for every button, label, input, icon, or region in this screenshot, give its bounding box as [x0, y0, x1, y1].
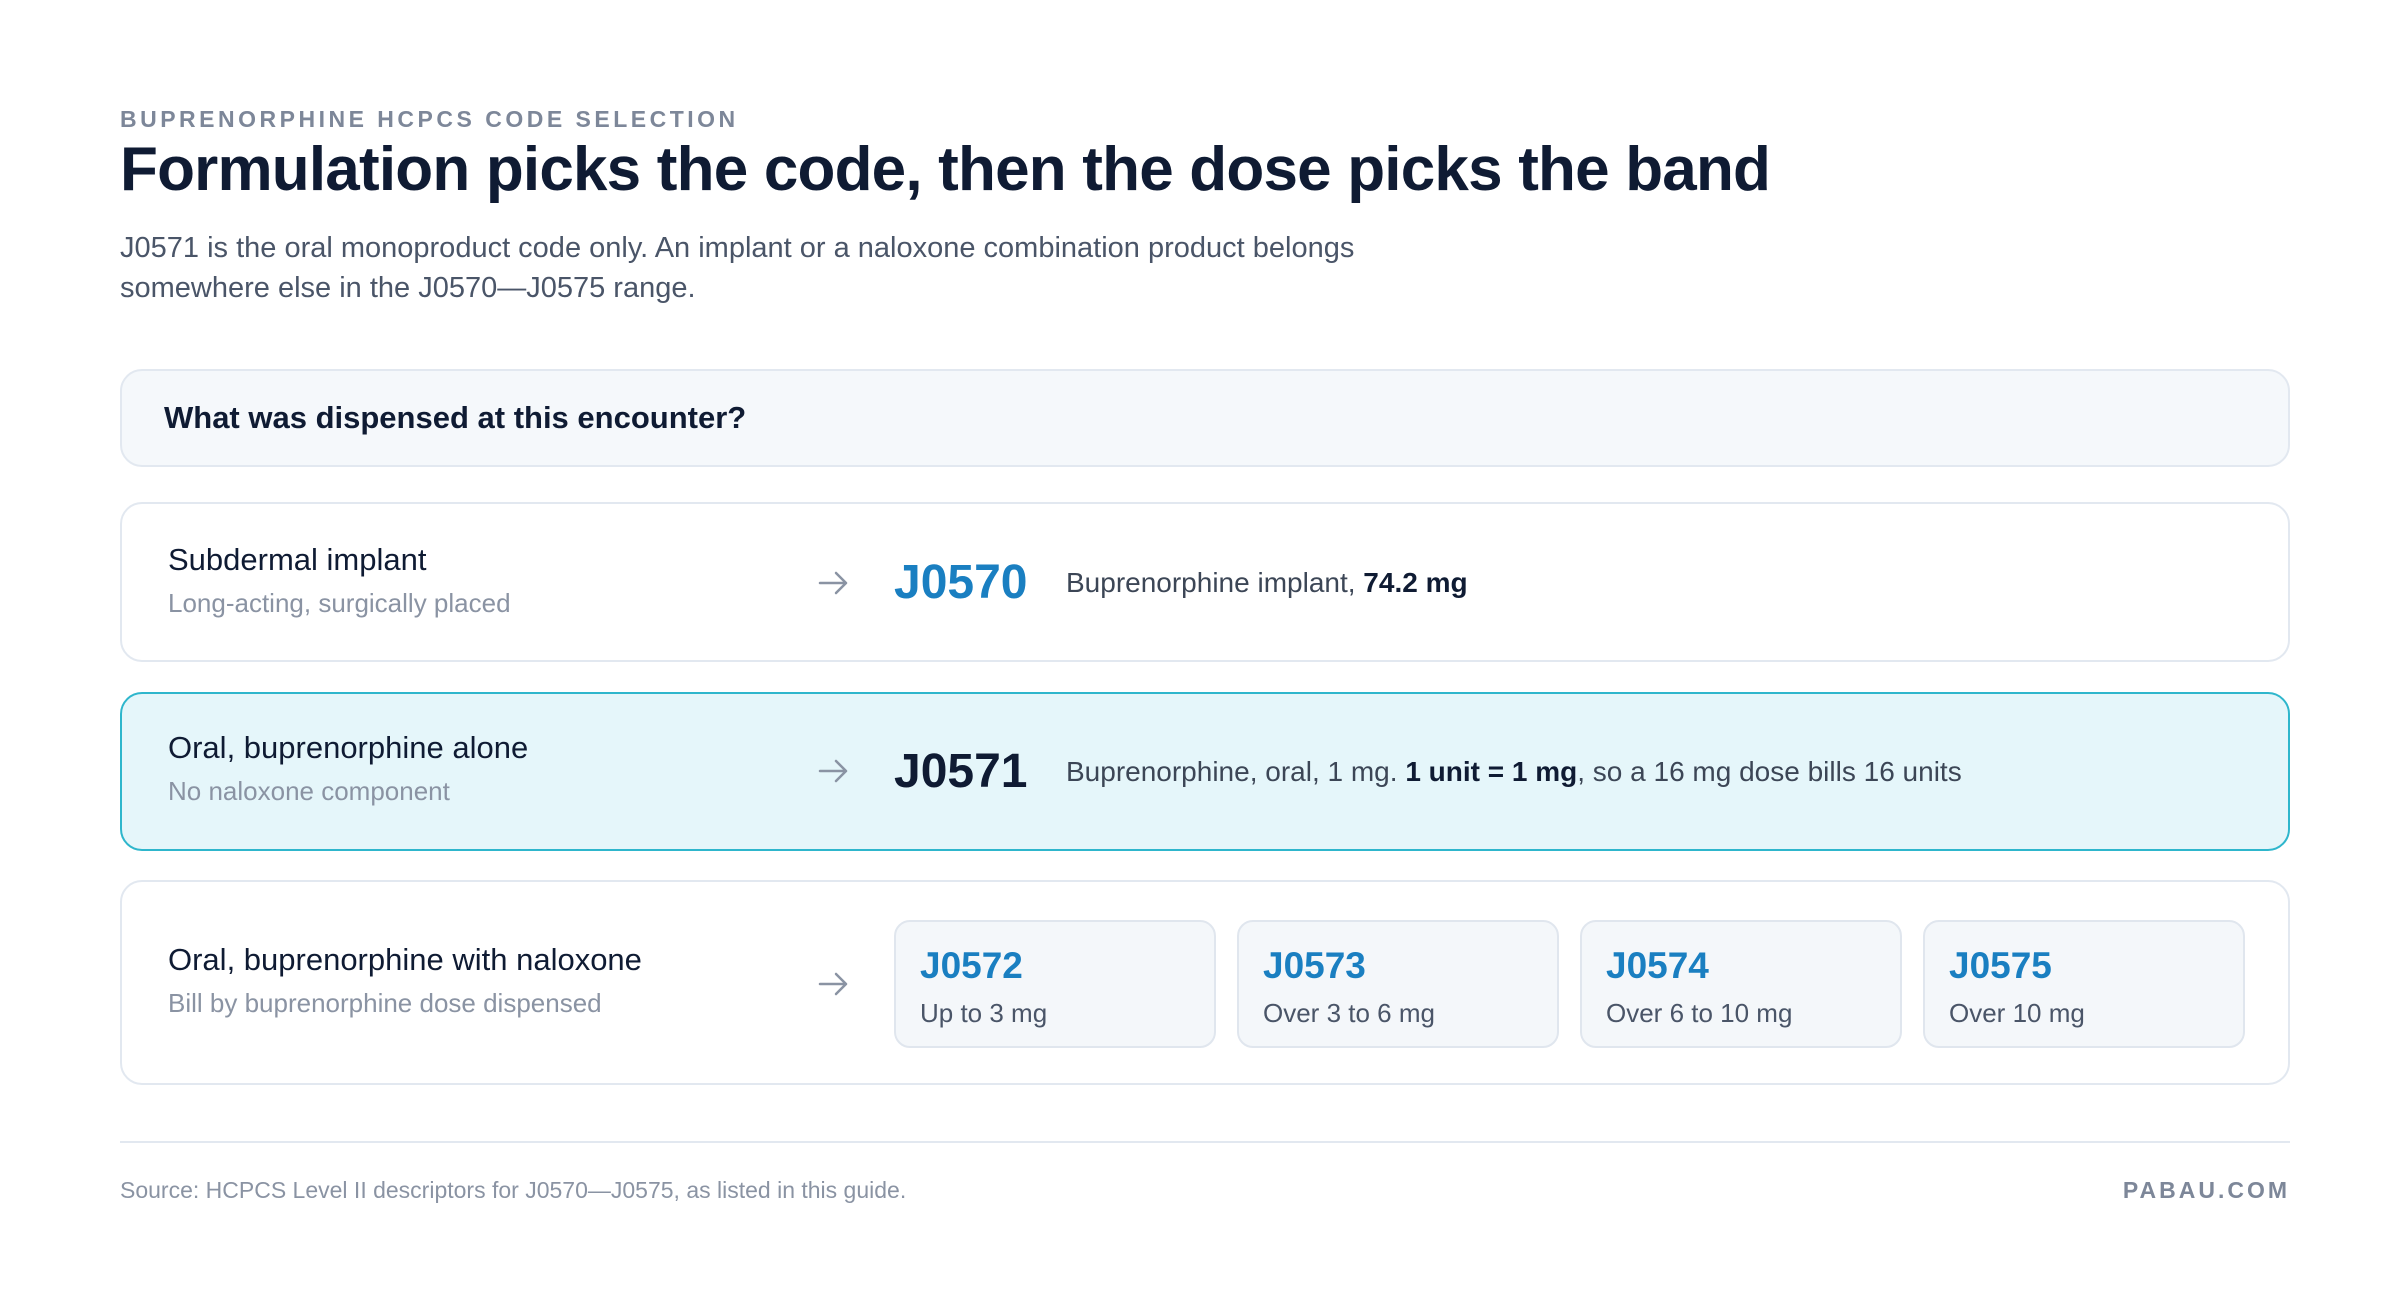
- dose-band-j0572: J0572 Up to 3 mg: [894, 920, 1216, 1048]
- code-j0571: J0571: [894, 745, 1028, 798]
- row-subtitle: Long-acting, surgically placed: [168, 588, 511, 618]
- subtitle-line: J0571 is the oral monoproduct code only.…: [120, 232, 1355, 264]
- desc-bold: 1 unit = 1 mg: [1405, 756, 1578, 787]
- row-label: Subdermal implant Long-acting, surgicall…: [168, 540, 511, 620]
- dose-band-j0574: J0574 Over 6 to 10 mg: [1580, 920, 1902, 1048]
- row-title: Subdermal implant: [168, 542, 427, 577]
- code-j0570: J0570: [894, 556, 1028, 609]
- band-range: Up to 3 mg: [920, 998, 1048, 1028]
- desc-text: Buprenorphine implant,: [1066, 567, 1364, 598]
- band-code: J0573: [1263, 945, 1366, 986]
- desc-text: Buprenorphine, oral, 1 mg.: [1066, 756, 1406, 787]
- band-code: J0574: [1606, 945, 1709, 986]
- row-subtitle: No naloxone component: [168, 776, 450, 806]
- code-description: Buprenorphine implant, 74.2 mg: [1066, 565, 1468, 601]
- page: BUPRENORPHINE HCPCS CODE SELECTION Formu…: [0, 0, 2400, 1298]
- arrow-right-icon: [814, 563, 854, 603]
- band-code: J0575: [1949, 945, 2052, 986]
- row-label: Oral, buprenorphine alone No naloxone co…: [168, 728, 528, 808]
- band-range: Over 3 to 6 mg: [1263, 998, 1435, 1028]
- footer-divider: [120, 1141, 2290, 1143]
- desc-bold: 74.2 mg: [1363, 567, 1468, 598]
- eyebrow: BUPRENORPHINE HCPCS CODE SELECTION: [120, 106, 739, 132]
- arrow-right-icon: [814, 964, 854, 1004]
- source-note: Source: HCPCS Level II descriptors for J…: [120, 1177, 907, 1203]
- page-title: Formulation picks the code, then the dos…: [120, 135, 1771, 204]
- row-implant: Subdermal implant Long-acting, surgicall…: [120, 502, 2290, 662]
- band-range: Over 6 to 10 mg: [1606, 998, 1793, 1028]
- code-description: Buprenorphine, oral, 1 mg. 1 unit = 1 mg…: [1066, 754, 1962, 790]
- row-subtitle: Bill by buprenorphine dose dispensed: [168, 988, 602, 1018]
- row-title: Oral, buprenorphine with naloxone: [168, 942, 642, 977]
- desc-text: , so a 16 mg dose bills 16 units: [1577, 756, 1962, 787]
- arrow-right-icon: [814, 751, 854, 791]
- dose-band-j0573: J0573 Over 3 to 6 mg: [1237, 920, 1559, 1048]
- row-label: Oral, buprenorphine with naloxone Bill b…: [168, 940, 642, 1020]
- subtitle-line: somewhere else in the J0570—J0575 range.: [120, 272, 696, 304]
- band-range: Over 10 mg: [1949, 998, 2085, 1028]
- band-code: J0572: [920, 945, 1023, 986]
- row-oral-naloxone: Oral, buprenorphine with naloxone Bill b…: [120, 880, 2290, 1085]
- row-oral-alone: Oral, buprenorphine alone No naloxone co…: [120, 692, 2290, 851]
- page-subtitle: J0571 is the oral monoproduct code only.…: [120, 228, 1520, 308]
- question-box: What was dispensed at this encounter?: [120, 369, 2290, 467]
- dose-band-j0575: J0575 Over 10 mg: [1923, 920, 2245, 1048]
- brand-mark: PABAU.COM: [2122, 1177, 2290, 1203]
- row-title: Oral, buprenorphine alone: [168, 730, 529, 765]
